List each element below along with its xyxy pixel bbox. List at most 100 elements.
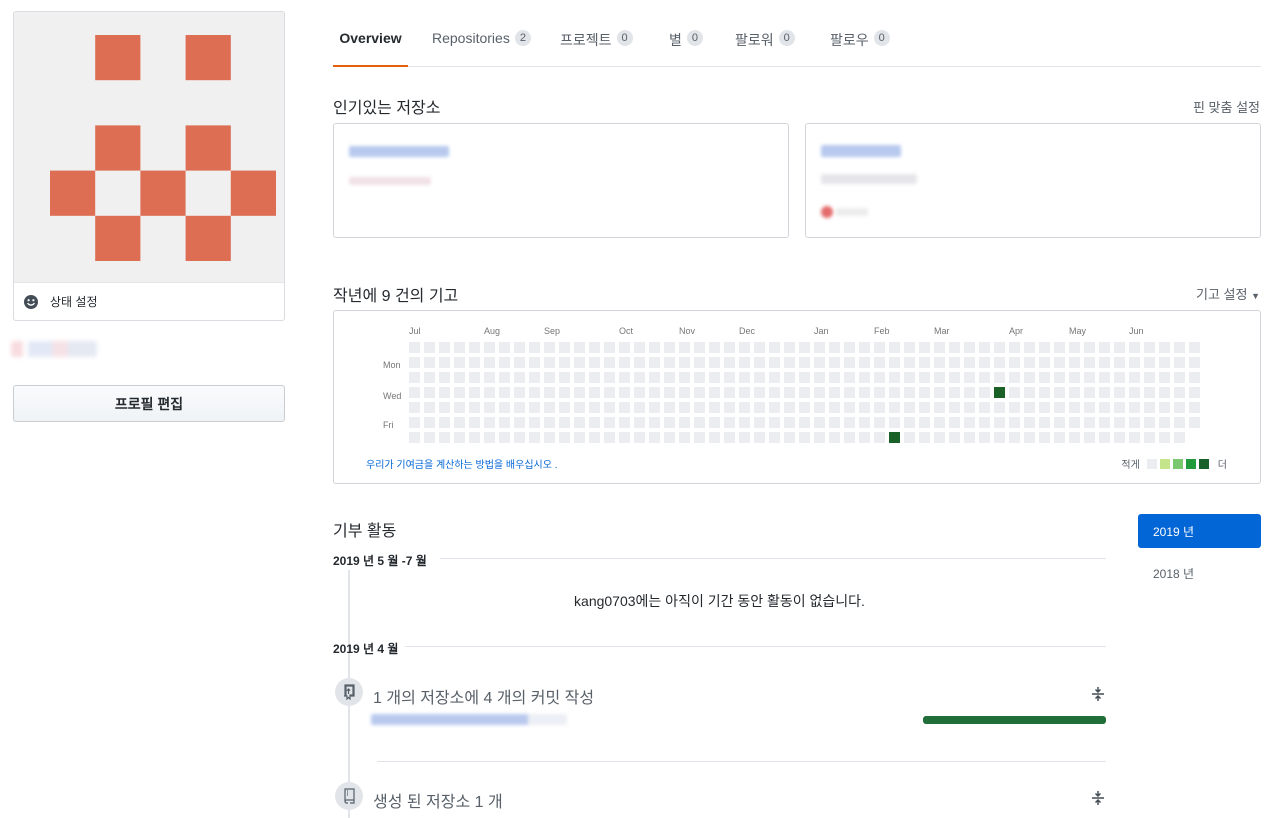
contribution-day[interactable] bbox=[994, 432, 1005, 443]
contribution-day[interactable] bbox=[769, 372, 780, 383]
contribution-day[interactable] bbox=[904, 432, 915, 443]
contribution-day[interactable] bbox=[1129, 342, 1140, 353]
contribution-day[interactable] bbox=[649, 387, 660, 398]
contribution-day[interactable] bbox=[739, 372, 750, 383]
contribution-settings-dropdown[interactable]: 기고 설정 ▼ bbox=[1196, 284, 1260, 303]
contribution-day[interactable] bbox=[1159, 417, 1170, 428]
contribution-day[interactable] bbox=[859, 372, 870, 383]
tab-projects[interactable]: 프로젝트 0 bbox=[560, 20, 633, 67]
contribution-day[interactable] bbox=[604, 342, 615, 353]
contribution-day[interactable] bbox=[709, 357, 720, 368]
contribution-day[interactable] bbox=[1159, 342, 1170, 353]
contribution-day[interactable] bbox=[829, 432, 840, 443]
contribution-day[interactable] bbox=[889, 402, 900, 413]
contribution-day[interactable] bbox=[499, 432, 510, 443]
contribution-day[interactable] bbox=[724, 342, 735, 353]
contribution-day[interactable] bbox=[889, 387, 900, 398]
contribution-day[interactable] bbox=[1024, 432, 1035, 443]
contribution-day[interactable] bbox=[1129, 357, 1140, 368]
contribution-day[interactable] bbox=[544, 402, 555, 413]
contribution-day[interactable] bbox=[679, 402, 690, 413]
contribution-day[interactable] bbox=[634, 432, 645, 443]
fold-icon[interactable] bbox=[1090, 790, 1106, 806]
contribution-day[interactable] bbox=[424, 372, 435, 383]
contribution-day[interactable] bbox=[664, 372, 675, 383]
contribution-day[interactable] bbox=[964, 387, 975, 398]
contribution-day[interactable] bbox=[964, 372, 975, 383]
contribution-day[interactable] bbox=[1069, 357, 1080, 368]
contribution-day[interactable] bbox=[919, 387, 930, 398]
contribution-day[interactable] bbox=[559, 372, 570, 383]
contribution-day[interactable] bbox=[604, 432, 615, 443]
contribution-day[interactable] bbox=[844, 387, 855, 398]
contribution-day[interactable] bbox=[814, 357, 825, 368]
set-status-button[interactable]: 상태 설정 bbox=[14, 282, 284, 320]
contribution-day[interactable] bbox=[649, 432, 660, 443]
contribution-day[interactable] bbox=[514, 357, 525, 368]
commits-summary-title[interactable]: 1 개의 저장소에 4 개의 커밋 작성 bbox=[373, 684, 594, 708]
contribution-day[interactable] bbox=[949, 402, 960, 413]
contribution-day[interactable] bbox=[529, 432, 540, 443]
contribution-day[interactable] bbox=[1039, 432, 1050, 443]
contribution-day[interactable] bbox=[949, 387, 960, 398]
contribution-day[interactable] bbox=[514, 372, 525, 383]
contribution-day[interactable] bbox=[1189, 372, 1200, 383]
repo-name-redacted[interactable] bbox=[821, 145, 901, 157]
contribution-day[interactable] bbox=[694, 357, 705, 368]
contribution-day[interactable] bbox=[664, 387, 675, 398]
contribution-day[interactable] bbox=[529, 357, 540, 368]
contribution-day[interactable] bbox=[499, 387, 510, 398]
contribution-day[interactable] bbox=[1084, 387, 1095, 398]
contribution-day[interactable] bbox=[1129, 387, 1140, 398]
contribution-day[interactable] bbox=[709, 372, 720, 383]
contribution-day[interactable] bbox=[1054, 372, 1065, 383]
contribution-day[interactable] bbox=[1174, 387, 1185, 398]
contribution-day[interactable] bbox=[1099, 372, 1110, 383]
contribution-day[interactable] bbox=[1174, 417, 1185, 428]
contribution-day[interactable] bbox=[679, 372, 690, 383]
contribution-day[interactable] bbox=[754, 387, 765, 398]
contribution-day[interactable] bbox=[664, 342, 675, 353]
contribution-day[interactable] bbox=[949, 372, 960, 383]
contribution-day[interactable] bbox=[754, 432, 765, 443]
contribution-day[interactable] bbox=[1129, 417, 1140, 428]
contribution-day[interactable] bbox=[979, 342, 990, 353]
contribution-day[interactable] bbox=[1069, 387, 1080, 398]
contribution-day[interactable] bbox=[634, 342, 645, 353]
contribution-day[interactable] bbox=[439, 432, 450, 443]
contribution-day[interactable] bbox=[679, 417, 690, 428]
contribution-day[interactable] bbox=[544, 387, 555, 398]
contribution-day[interactable] bbox=[874, 402, 885, 413]
contribution-day[interactable] bbox=[574, 342, 585, 353]
contribution-day[interactable] bbox=[439, 402, 450, 413]
contribution-day[interactable] bbox=[844, 342, 855, 353]
contribution-day[interactable] bbox=[814, 372, 825, 383]
contribution-day[interactable] bbox=[814, 432, 825, 443]
contribution-day[interactable] bbox=[604, 402, 615, 413]
contribution-day[interactable] bbox=[784, 387, 795, 398]
contribution-day[interactable] bbox=[934, 432, 945, 443]
contribution-day[interactable] bbox=[1114, 402, 1125, 413]
contribution-day[interactable] bbox=[814, 417, 825, 428]
contribution-day[interactable] bbox=[1144, 372, 1155, 383]
contribution-day[interactable] bbox=[934, 417, 945, 428]
contribution-day[interactable] bbox=[1114, 342, 1125, 353]
contribution-day[interactable] bbox=[1144, 342, 1155, 353]
contribution-day[interactable] bbox=[769, 417, 780, 428]
contribution-day[interactable] bbox=[739, 402, 750, 413]
contribution-day[interactable] bbox=[529, 342, 540, 353]
contribution-day[interactable] bbox=[964, 432, 975, 443]
contribution-day[interactable] bbox=[634, 372, 645, 383]
contribution-day[interactable] bbox=[844, 402, 855, 413]
contribution-day[interactable] bbox=[484, 342, 495, 353]
avatar[interactable] bbox=[14, 12, 284, 282]
contribution-day[interactable] bbox=[619, 342, 630, 353]
contribution-day[interactable] bbox=[964, 417, 975, 428]
contribution-day[interactable] bbox=[934, 387, 945, 398]
contribution-day[interactable] bbox=[769, 357, 780, 368]
contribution-day[interactable] bbox=[739, 387, 750, 398]
contribution-day[interactable] bbox=[1189, 417, 1200, 428]
contribution-day[interactable] bbox=[904, 372, 915, 383]
contribution-day[interactable] bbox=[619, 372, 630, 383]
contribution-day[interactable] bbox=[724, 387, 735, 398]
